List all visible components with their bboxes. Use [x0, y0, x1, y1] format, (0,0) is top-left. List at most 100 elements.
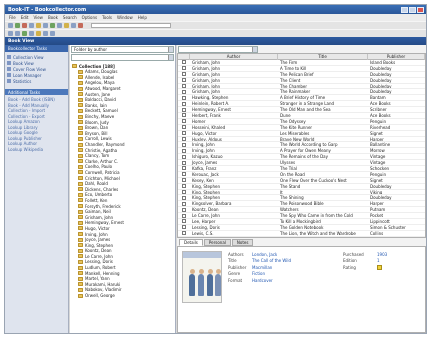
filter-icon[interactable]	[8, 31, 13, 36]
row-checkbox[interactable]	[178, 78, 190, 83]
row-checkbox[interactable]	[178, 160, 190, 165]
row-checkbox[interactable]	[178, 119, 190, 124]
settings-icon[interactable]	[71, 23, 76, 28]
help-icon[interactable]	[78, 23, 83, 28]
table-cell: A Time to Kill	[280, 65, 307, 71]
view-select[interactable]	[178, 46, 258, 53]
row-checkbox[interactable]	[178, 66, 190, 71]
folder-filter-input[interactable]	[71, 54, 174, 61]
add-icon[interactable]	[15, 23, 20, 28]
row-checkbox[interactable]	[178, 101, 190, 106]
tab-0[interactable]: Details	[179, 239, 203, 246]
table-cell: Morrow	[370, 148, 385, 154]
view-icon[interactable]	[22, 31, 27, 36]
table-cell: Hawking, Stephen	[192, 95, 229, 101]
menu-item-3[interactable]: Book	[48, 15, 58, 20]
menu-item-7[interactable]: Window	[117, 15, 133, 20]
menu-item-4[interactable]: Search	[63, 15, 77, 20]
chevron-down-icon[interactable]	[168, 55, 173, 60]
delete-icon[interactable]	[22, 23, 27, 28]
tab-1[interactable]: Personal	[203, 239, 231, 246]
folder-icon	[78, 204, 83, 209]
row-checkbox[interactable]	[178, 184, 190, 189]
row-checkbox[interactable]	[178, 113, 190, 118]
row-checkbox[interactable]	[178, 231, 190, 236]
menu-bar: File Edit View Book Search Options Tools Window…	[5, 14, 426, 21]
row-checkbox[interactable]	[178, 137, 190, 142]
edit-icon[interactable]	[29, 23, 34, 28]
author-link[interactable]: London, Jack	[252, 252, 277, 257]
chevron-down-icon[interactable]	[168, 47, 173, 52]
row-checkbox[interactable]	[178, 95, 190, 100]
table-cell: Hemingway, Ernest	[192, 107, 231, 113]
table-cell: The Lion, the Witch and the Wardrobe	[280, 230, 356, 236]
rating-star-icon[interactable]	[377, 264, 382, 270]
edition-value[interactable]: 1	[377, 258, 380, 263]
row-checkbox[interactable]	[178, 213, 190, 218]
row-checkbox[interactable]	[178, 107, 190, 112]
row-checkbox[interactable]	[178, 72, 190, 77]
row-checkbox[interactable]	[178, 237, 190, 238]
folder-icon	[78, 86, 83, 91]
table-cell: Stranger in a Strange Land	[280, 101, 335, 107]
row-checkbox[interactable]	[178, 125, 190, 130]
chevron-down-icon[interactable]	[252, 47, 257, 52]
row-checkbox[interactable]	[178, 148, 190, 153]
import-icon[interactable]	[50, 31, 55, 36]
tree-item[interactable]: Orwell, George	[72, 293, 173, 299]
row-checkbox[interactable]	[178, 154, 190, 159]
menu-item-1[interactable]: Edit	[21, 15, 29, 20]
folder-mode-select[interactable]: Folder by author	[71, 46, 174, 53]
task-link[interactable]: Lookup Wikipedia	[8, 147, 65, 153]
table-row[interactable]: London, JackThe Call of the WildMacmilla…	[178, 236, 425, 238]
row-checkbox[interactable]	[178, 172, 190, 177]
menu-item-6[interactable]: Tools	[102, 15, 112, 20]
table-cell: King, Stephen	[192, 189, 220, 195]
row-checkbox[interactable]	[178, 89, 190, 94]
row-checkbox[interactable]	[178, 201, 190, 206]
table-cell: Vintage	[370, 154, 386, 160]
image-icon[interactable]	[36, 31, 41, 36]
search-icon[interactable]	[43, 23, 48, 28]
close-icon[interactable]	[417, 6, 424, 13]
tab-2[interactable]: Notes	[231, 239, 254, 246]
table-cell: London, Jack	[190, 237, 278, 238]
table-cell: Kafka, Franz	[192, 166, 217, 171]
folder-icon[interactable]	[64, 23, 69, 28]
genre-link[interactable]: Fiction	[252, 271, 265, 276]
row-checkbox[interactable]	[178, 131, 190, 136]
row-checkbox[interactable]	[178, 142, 190, 147]
table-cell: Kesey, Ken	[192, 177, 214, 183]
maximize-icon[interactable]	[409, 6, 416, 13]
print-icon[interactable]	[57, 23, 62, 28]
menu-item-8[interactable]: Help	[138, 15, 147, 20]
star-icon[interactable]	[36, 23, 41, 28]
list-icon[interactable]	[29, 31, 34, 36]
row-checkbox[interactable]	[178, 225, 190, 230]
format-link[interactable]: Hardcover	[252, 278, 273, 283]
row-checkbox[interactable]	[178, 84, 190, 89]
refresh-icon[interactable]	[50, 23, 55, 28]
tree-item-label: Coelho, Paulo	[85, 164, 113, 170]
sort-icon[interactable]	[15, 31, 20, 36]
purchased-value[interactable]: 1903	[377, 252, 387, 257]
row-checkbox[interactable]	[178, 190, 190, 195]
minimize-icon[interactable]	[401, 6, 408, 13]
row-checkbox[interactable]	[178, 207, 190, 212]
menu-item-0[interactable]: File	[9, 15, 16, 20]
tree-item-label: Banks, Iain	[85, 102, 107, 108]
row-checkbox[interactable]	[178, 219, 190, 224]
quick-search-input[interactable]	[91, 23, 171, 28]
export-icon[interactable]	[43, 31, 48, 36]
toolbar	[5, 21, 426, 29]
menu-item-5[interactable]: Options	[82, 15, 97, 20]
publisher-link[interactable]: Macmillan	[252, 265, 272, 270]
menu-item-2[interactable]: View	[33, 15, 43, 20]
row-checkbox[interactable]	[178, 195, 190, 200]
row-checkbox[interactable]	[178, 60, 190, 65]
row-checkbox[interactable]	[178, 166, 190, 171]
title-link[interactable]: The Call of the Wild	[252, 258, 291, 263]
new-icon[interactable]	[8, 23, 13, 28]
task-nav-item[interactable]: Statistics	[7, 78, 66, 84]
row-checkbox[interactable]	[178, 178, 190, 183]
